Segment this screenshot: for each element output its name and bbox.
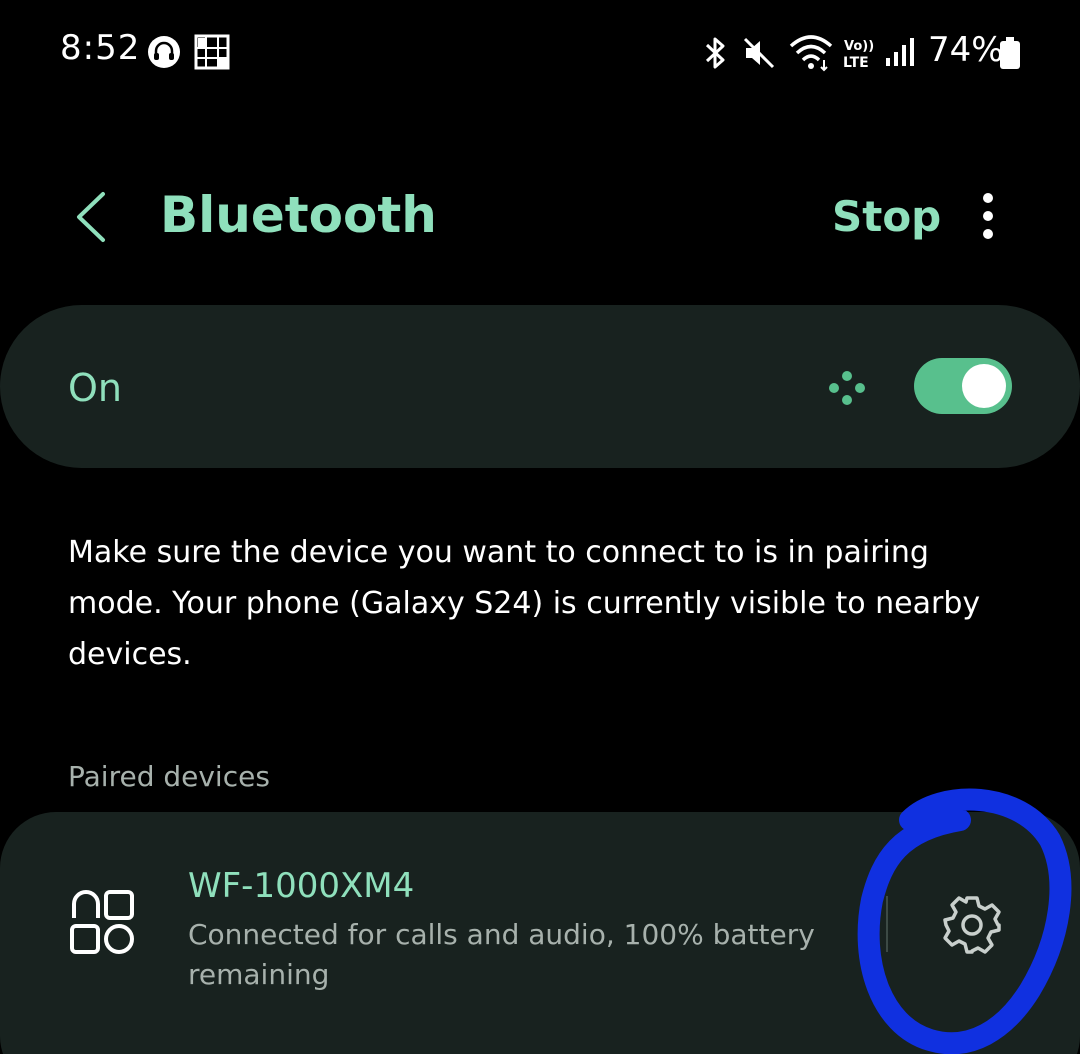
earbuds-device-icon — [70, 890, 134, 954]
gallery-icon — [194, 34, 230, 70]
volte-lte-icon: Vo)) LTE — [843, 39, 874, 70]
paired-devices-header: Paired devices — [68, 760, 270, 793]
pairing-description: Make sure the device you want to connect… — [68, 535, 981, 672]
device-divider — [886, 896, 888, 952]
back-button[interactable] — [60, 182, 120, 252]
status-bar: 8:52 Vo)) LTE 74% — [0, 0, 1080, 100]
headphones-icon — [148, 36, 180, 68]
bluetooth-toggle-switch[interactable] — [914, 358, 1012, 414]
svg-text:LTE: LTE — [843, 55, 869, 70]
scanning-indicator-icon — [829, 371, 865, 405]
status-time: 8:52 — [60, 28, 141, 68]
stop-scan-button[interactable]: Stop — [832, 192, 941, 241]
toggle-knob — [962, 364, 1006, 408]
mute-icon — [743, 37, 775, 69]
bluetooth-toggle-label: On — [68, 366, 122, 410]
signal-icon — [886, 38, 914, 66]
chevron-left-icon — [77, 192, 105, 242]
battery-icon — [1000, 37, 1020, 69]
wifi-icon — [789, 35, 833, 72]
gear-icon — [943, 896, 1001, 954]
battery-percentage: 74% — [928, 30, 1004, 70]
page-title: Bluetooth — [160, 186, 437, 244]
more-options-button[interactable] — [968, 188, 1008, 248]
device-settings-button[interactable] — [940, 893, 1004, 957]
bluetooth-icon — [705, 37, 725, 69]
svg-text:Vo)): Vo)) — [844, 39, 874, 54]
device-status: Connected for calls and audio, 100% batt… — [188, 918, 815, 991]
device-name: WF-1000XM4 — [188, 866, 415, 906]
more-vertical-icon — [983, 193, 993, 239]
